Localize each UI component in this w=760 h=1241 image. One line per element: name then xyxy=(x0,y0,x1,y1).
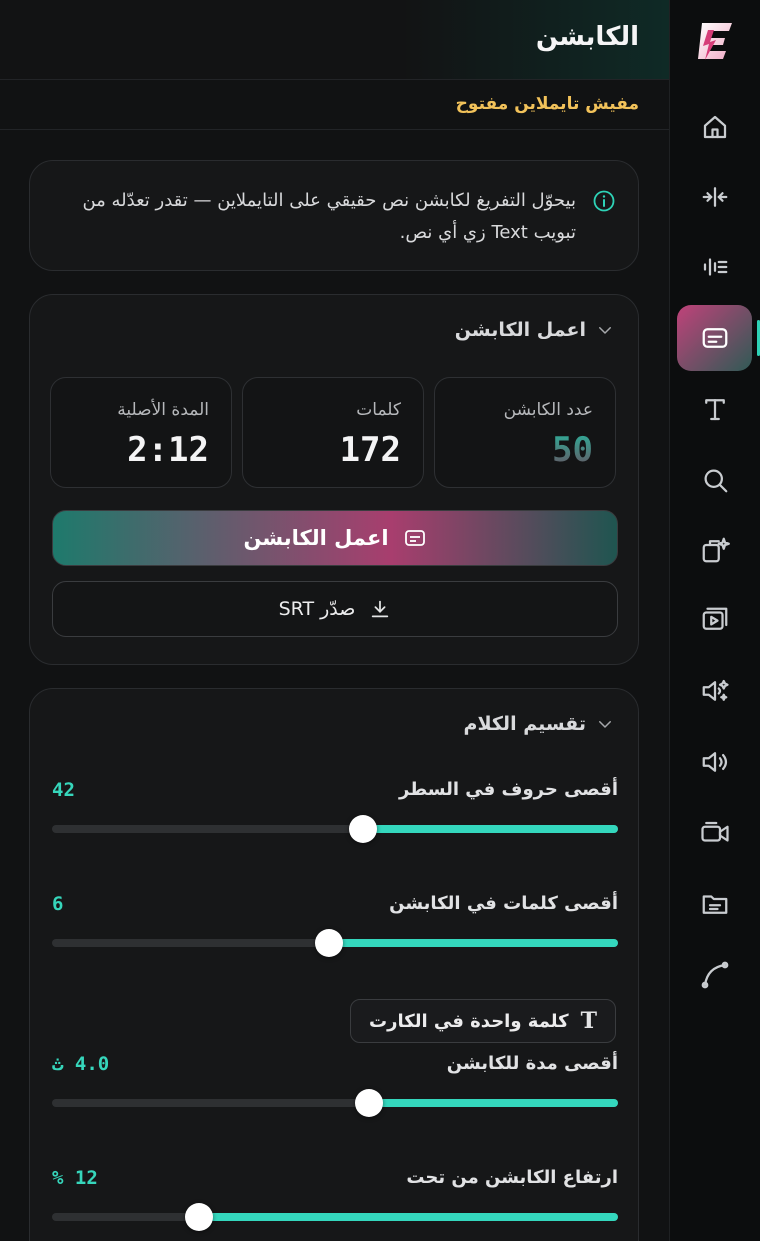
volume-icon xyxy=(702,752,727,772)
stat-value: 2:12 xyxy=(127,430,209,470)
slider-label: أقصى كلمات في الكابشن xyxy=(389,893,618,914)
slider-value: 42 xyxy=(52,779,75,801)
caption-panel: الكابشن مفيش تايملاين مفتوح بيحوّل التفر… xyxy=(0,0,669,1241)
slider-fill xyxy=(329,939,618,947)
generate-section-header[interactable]: اعمل الكابشن xyxy=(455,319,614,341)
panel-header: الكابشن xyxy=(0,0,669,80)
page-title: الكابشن xyxy=(535,22,639,52)
rail-curve-button[interactable] xyxy=(677,942,752,1008)
generate-captions-button[interactable]: اعمل الكابشن xyxy=(52,510,618,566)
slider-thumb[interactable] xyxy=(185,1203,214,1231)
stat-value: 50 xyxy=(552,430,593,470)
generate-section-title: اعمل الكابشن xyxy=(454,319,586,341)
chevron-down-icon xyxy=(599,721,611,728)
rail-files-button[interactable] xyxy=(677,871,752,937)
speech-split-section: تقسيم الكلام أقصى حروف في السطر 42 أقصى … xyxy=(29,688,639,1241)
search-icon xyxy=(704,469,727,493)
rail-media-button[interactable] xyxy=(677,587,752,653)
video-player-icon xyxy=(702,607,727,630)
rail-search-button[interactable] xyxy=(677,447,752,513)
rail-split-button[interactable] xyxy=(677,164,752,230)
split-section-header[interactable]: تقسيم الكلام xyxy=(464,713,614,735)
split-section-title: تقسيم الكلام xyxy=(463,713,586,735)
slider-fill xyxy=(199,1213,618,1221)
word-count-stat: كلمات 172 xyxy=(242,377,424,488)
slider-fill xyxy=(368,1099,618,1107)
tool-rail: E xyxy=(669,0,760,1241)
magic-copy-icon xyxy=(702,537,730,563)
timeline-notice-text: مفيش تايملاين مفتوح xyxy=(455,94,639,114)
rail-voice-button[interactable] xyxy=(677,658,752,724)
slider-value: 6 xyxy=(52,893,64,915)
captions-icon xyxy=(404,530,425,546)
generate-captions-section: اعمل الكابشن عدد الكابشن 50 كلمات 172 ال… xyxy=(29,294,639,665)
captions-icon xyxy=(702,328,727,348)
rail-record-button[interactable] xyxy=(677,800,752,866)
camera-icon xyxy=(700,821,729,842)
rail-audio-button[interactable] xyxy=(677,234,752,300)
slider-fill xyxy=(363,825,618,833)
slider-track[interactable] xyxy=(52,1089,618,1117)
chevron-down-icon xyxy=(599,327,611,334)
info-icon xyxy=(593,190,615,212)
rail-captions-button[interactable] xyxy=(677,305,752,371)
slider-thumb[interactable] xyxy=(349,815,378,843)
info-card: بيحوّل التفريغ لكابشن نص حقيقي على التاي… xyxy=(29,160,639,271)
caption-count-stat: عدد الكابشن 50 xyxy=(434,377,616,488)
slider-track[interactable] xyxy=(52,815,618,843)
audio-wave-icon xyxy=(703,258,727,276)
export-srt-button[interactable]: صدّر SRT xyxy=(52,581,618,637)
stat-label: عدد الكابشن xyxy=(503,400,593,420)
timeline-notice: مفيش تايملاين مفتوح xyxy=(0,81,669,130)
slider-thumb[interactable] xyxy=(315,929,344,957)
slider-track[interactable] xyxy=(52,1203,618,1231)
info-text: بيحوّل التفريغ لكابشن نص حقيقي على التاي… xyxy=(82,190,576,243)
folder-icon xyxy=(702,895,727,914)
split-icon xyxy=(702,187,727,207)
text-icon: T xyxy=(580,1008,597,1034)
app-logo-icon: E xyxy=(698,23,732,60)
rail-magic-button[interactable] xyxy=(677,517,752,583)
slider-label: أقصى حروف في السطر xyxy=(399,779,618,800)
slider-thumb[interactable] xyxy=(354,1089,383,1117)
rail-volume-button[interactable] xyxy=(677,729,752,795)
curve-icon xyxy=(701,961,728,989)
slider-label: أقصى مدة للكابشن xyxy=(446,1053,618,1074)
slider-value: 12 % xyxy=(52,1167,98,1189)
one-word-label: كلمة واحدة في الكارت xyxy=(369,1010,569,1032)
slider-label: ارتفاع الكابشن من تحت xyxy=(406,1167,618,1188)
stat-value: 172 xyxy=(339,430,401,470)
text-icon xyxy=(704,399,725,421)
slider-value: 4.0 ث xyxy=(52,1053,110,1075)
rail-text-button[interactable] xyxy=(677,376,752,442)
home-icon xyxy=(703,115,726,139)
generate-captions-label: اعمل الكابشن xyxy=(243,526,389,550)
stat-label: المدة الأصلية xyxy=(117,400,209,420)
stat-label: كلمات xyxy=(356,400,401,420)
one-word-per-card-toggle[interactable]: T كلمة واحدة في الكارت xyxy=(350,999,616,1043)
original-duration-stat: المدة الأصلية 2:12 xyxy=(50,377,232,488)
slider-track[interactable] xyxy=(52,929,618,957)
download-icon xyxy=(372,600,389,618)
export-srt-label: صدّر SRT xyxy=(278,598,356,620)
voice-sparkle-icon xyxy=(702,679,729,701)
rail-home-button[interactable] xyxy=(677,94,752,160)
